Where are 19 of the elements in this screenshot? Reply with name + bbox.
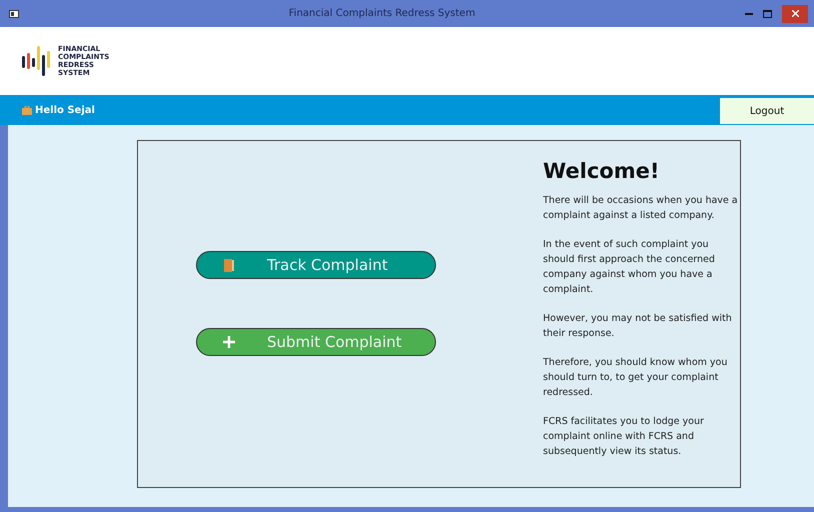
welcome-paragraph: There will be occasions when you have a complaint against a listed company. xyxy=(543,194,738,223)
minimize-icon[interactable] xyxy=(745,12,753,14)
window-title: Financial Complaints Redress System xyxy=(288,8,476,19)
welcome-paragraph: However, you may not be satisfied with their response. xyxy=(543,312,733,341)
greeting-text: Hello Sejal xyxy=(35,104,95,116)
welcome-heading: Welcome! xyxy=(543,159,660,183)
notebook-icon xyxy=(224,258,234,272)
app-icon xyxy=(9,10,19,18)
close-icon[interactable] xyxy=(792,10,798,17)
maximize-icon[interactable] xyxy=(763,10,772,18)
logo-bars-icon xyxy=(22,46,52,76)
welcome-paragraph: Therefore, you should know whom you should turn to, to get your complaint redressed. xyxy=(543,356,728,400)
briefcase-icon xyxy=(22,106,32,114)
submit-complaint-button[interactable]: Submit Complaint xyxy=(196,328,436,356)
logout-button[interactable]: Logout xyxy=(720,98,814,124)
welcome-paragraph: FCRS facilitates you to lodge your complaint online with FCRS and subsequently view its status. xyxy=(543,415,705,459)
track-complaint-button[interactable]: Track Complaint xyxy=(196,251,436,279)
plus-icon xyxy=(223,336,235,348)
welcome-paragraph: In the event of such complaint you should first approach the concerned company against whom you have a complaint. xyxy=(543,238,716,297)
